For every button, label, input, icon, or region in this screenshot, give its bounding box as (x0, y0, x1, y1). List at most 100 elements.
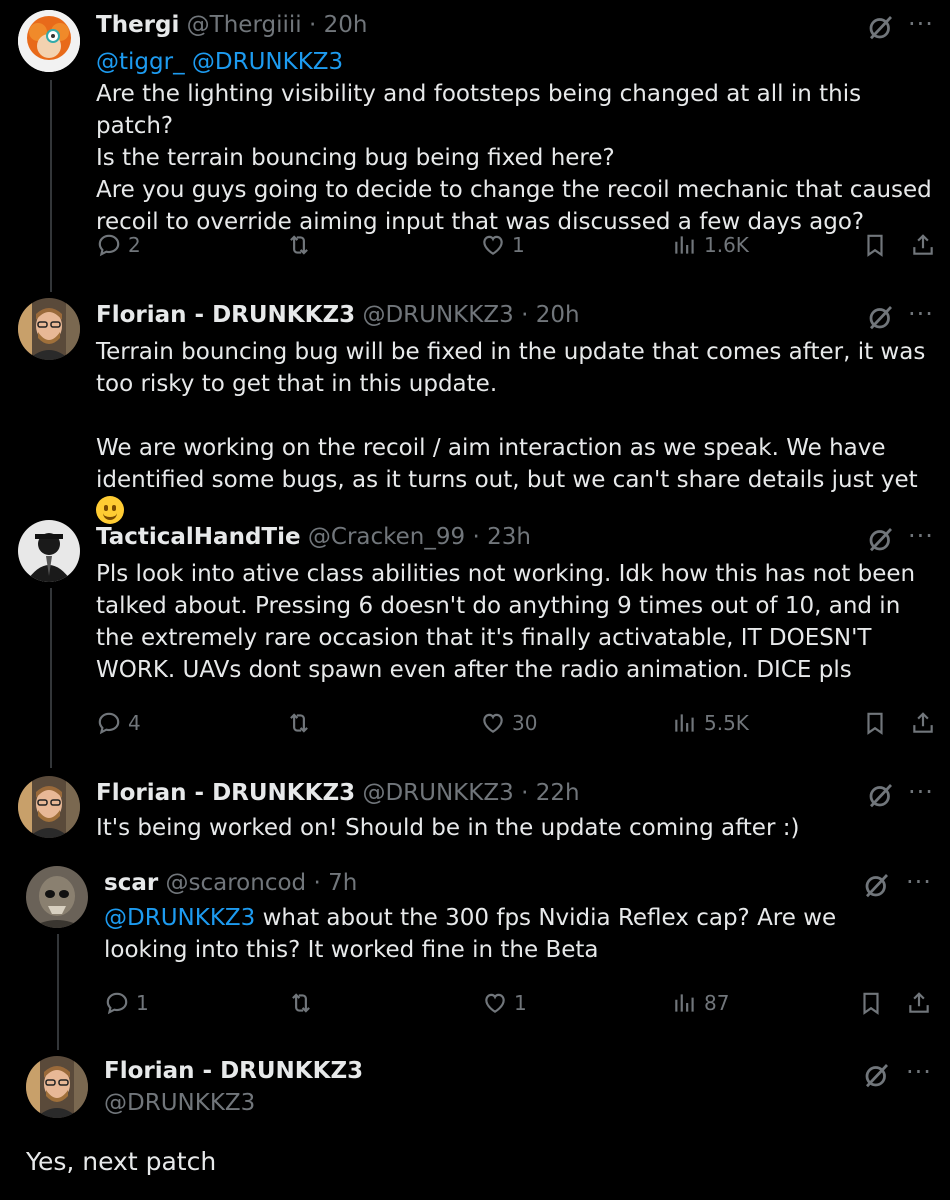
share-button[interactable] (906, 986, 932, 1020)
tweet[interactable]: TacticalHandTie @Cracken_99 · 23h ··· Pl… (0, 510, 950, 770)
views-button[interactable]: 87 (672, 986, 729, 1020)
like-button[interactable]: 1 (480, 228, 525, 262)
handle[interactable]: @Cracken_99 (308, 524, 465, 550)
view-count: 1.6K (704, 233, 749, 257)
display-name[interactable]: TacticalHandTie (96, 524, 301, 550)
tweet-text: @tiggr_ @DRUNKKZ3 Are the lighting visib… (96, 46, 936, 238)
more-icon[interactable]: ··· (908, 12, 942, 44)
handle[interactable]: @scaroncod (166, 870, 307, 896)
retweet-icon (286, 710, 312, 736)
retweet-button[interactable] (286, 228, 312, 262)
text-span: We are working on the recoil / aim inter… (96, 435, 918, 493)
avatar[interactable] (26, 866, 88, 928)
handle[interactable]: @DRUNKKZ3 (362, 302, 513, 328)
more-icon[interactable]: ··· (908, 302, 942, 334)
display-name[interactable]: Florian - DRUNKKZ3 (96, 302, 355, 328)
reply-count: 2 (128, 233, 141, 257)
tweet-header: scar @scaroncod · 7h (104, 868, 357, 898)
reply-button[interactable]: 1 (104, 986, 149, 1020)
avatar[interactable] (18, 520, 80, 582)
timestamp[interactable]: 20h (536, 302, 580, 328)
tweet-header: Thergi @Thergiiii · 20h (96, 10, 367, 40)
views-icon (672, 990, 698, 1016)
reply-icon (96, 232, 122, 258)
share-icon (906, 990, 932, 1016)
reply-count: 1 (136, 991, 149, 1015)
separator: · (521, 302, 529, 328)
grok-icon[interactable] (862, 870, 892, 900)
action-bar: 1 1 87 (0, 986, 950, 1020)
focused-tweet[interactable]: Florian - DRUNKKZ3 @DRUNKKZ3 ··· Yes, ne… (0, 1050, 950, 1200)
avatar[interactable] (18, 10, 80, 72)
bookmark-icon (862, 710, 888, 736)
tweet[interactable]: scar @scaroncod · 7h ··· @DRUNKKZ3 what … (0, 860, 950, 1040)
reply-button[interactable]: 4 (96, 706, 141, 740)
grok-icon[interactable] (866, 780, 896, 810)
share-icon (910, 232, 936, 258)
share-button[interactable] (910, 228, 936, 262)
like-count: 1 (514, 991, 527, 1015)
avatar[interactable] (26, 1056, 88, 1118)
tweet-header: Florian - DRUNKKZ3 @DRUNKKZ3 · 22h (96, 778, 580, 808)
tweet-text: It's being worked on! Should be in the u… (96, 815, 800, 841)
tweet[interactable]: Florian - DRUNKKZ3 @DRUNKKZ3 · 22h ··· I… (0, 770, 950, 860)
text-line: Are the lighting visibility and footstep… (96, 81, 862, 139)
separator: · (313, 870, 321, 896)
retweet-button[interactable] (286, 706, 312, 740)
like-button[interactable]: 1 (482, 986, 527, 1020)
views-button[interactable]: 1.6K (672, 228, 749, 262)
like-icon (480, 232, 506, 258)
tweet-text: @DRUNKKZ3 what about the 300 fps Nvidia … (104, 902, 924, 966)
bookmark-button[interactable] (858, 986, 884, 1020)
mention-link[interactable]: @DRUNKKZ3 (104, 905, 255, 931)
share-icon (910, 710, 936, 736)
more-icon[interactable]: ··· (906, 870, 940, 902)
tweet[interactable]: Florian - DRUNKKZ3 @DRUNKKZ3 · 20h ··· T… (0, 290, 950, 524)
text-line: Is the terrain bouncing bug being fixed … (96, 145, 615, 171)
text-paragraph: Terrain bouncing bug will be fixed in th… (96, 339, 926, 397)
action-bar: 4 30 5.5K (0, 706, 950, 740)
more-icon[interactable]: ··· (906, 1060, 940, 1092)
like-icon (482, 990, 508, 1016)
bookmark-button[interactable] (862, 706, 888, 740)
bookmark-button[interactable] (862, 228, 888, 262)
handle[interactable]: @Thergiiii (187, 12, 302, 38)
tweet-text: Terrain bouncing bug will be fixed in th… (96, 336, 941, 528)
reply-count: 4 (128, 711, 141, 735)
display-name[interactable]: Florian - DRUNKKZ3 (96, 780, 355, 806)
view-count: 5.5K (704, 711, 749, 735)
grok-icon[interactable] (866, 524, 896, 554)
timestamp[interactable]: 20h (324, 12, 368, 38)
bookmark-icon (858, 990, 884, 1016)
share-button[interactable] (910, 706, 936, 740)
handle[interactable]: @DRUNKKZ3 (362, 780, 513, 806)
more-icon[interactable]: ··· (908, 524, 942, 556)
grok-icon[interactable] (866, 302, 896, 332)
grok-icon[interactable] (866, 12, 896, 42)
tweet[interactable]: Thergi @Thergiiii · 20h ··· @tiggr_ @DRU… (0, 0, 950, 290)
display-name[interactable]: Thergi (96, 12, 179, 38)
views-button[interactable]: 5.5K (672, 706, 749, 740)
reply-button[interactable]: 2 (96, 228, 141, 262)
timestamp[interactable]: 23h (487, 524, 531, 550)
avatar[interactable] (18, 776, 80, 838)
bookmark-icon (862, 232, 888, 258)
more-icon[interactable]: ··· (908, 780, 942, 812)
display-name[interactable]: scar (104, 870, 158, 896)
like-icon (480, 710, 506, 736)
views-icon (672, 232, 698, 258)
tweet-header: Florian - DRUNKKZ3 @DRUNKKZ3 · 20h (96, 300, 580, 330)
grok-icon[interactable] (862, 1060, 892, 1090)
timestamp[interactable]: 22h (536, 780, 580, 806)
avatar[interactable] (18, 298, 80, 360)
like-count: 30 (512, 711, 538, 735)
handle[interactable]: @DRUNKKZ3 (104, 1088, 255, 1118)
retweet-button[interactable] (288, 986, 314, 1020)
reply-icon (104, 990, 130, 1016)
timestamp[interactable]: 7h (328, 870, 357, 896)
separator: · (472, 524, 480, 550)
like-button[interactable]: 30 (480, 706, 537, 740)
mention-link[interactable]: @tiggr_ @DRUNKKZ3 (96, 46, 936, 78)
display-name[interactable]: Florian - DRUNKKZ3 (104, 1056, 363, 1086)
